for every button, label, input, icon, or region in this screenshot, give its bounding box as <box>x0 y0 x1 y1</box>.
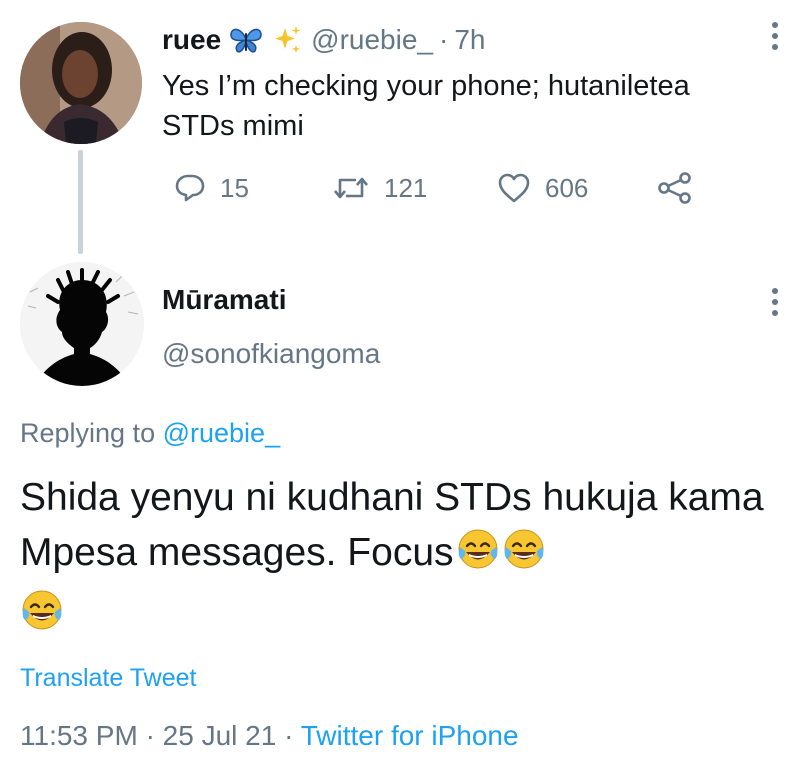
parent-tweet-text: Yes I’m checking your phone; hutaniletea… <box>162 70 690 142</box>
header-separator: · <box>439 24 449 55</box>
more-options-icon[interactable] <box>771 288 779 321</box>
sparkles-icon <box>271 24 303 56</box>
meta-separator: · <box>284 720 294 751</box>
meta-separator: · <box>145 720 155 751</box>
tweet-metadata: 11:53 PM · 25 Jul 21 · Twitter for iPhon… <box>20 720 519 752</box>
author-display-name[interactable]: Mūramati <box>162 284 286 316</box>
face-with-tears-of-joy-icon <box>20 588 64 647</box>
replying-prefix: Replying to <box>20 418 156 448</box>
parent-display-name[interactable]: ruee <box>162 24 221 56</box>
retweet-button[interactable]: 121 <box>332 166 427 210</box>
parent-avatar[interactable] <box>20 22 142 144</box>
tweet-text-body: Shida yenyu ni kudhani STDs hukuja kama … <box>20 476 764 574</box>
tweet-date: 25 Jul 21 <box>162 720 277 751</box>
author-avatar-silhouette <box>20 262 144 386</box>
parent-more-options-icon[interactable] <box>771 22 779 55</box>
tweet-source-link[interactable]: Twitter for iPhone <box>301 720 519 751</box>
retweet-icon <box>334 177 368 199</box>
author-avatar[interactable] <box>20 262 144 386</box>
tweet-text: Shida yenyu ni kudhani STDs hukuja kama … <box>20 470 780 647</box>
parent-avatar-photo <box>20 22 142 144</box>
translate-tweet-link[interactable]: Translate Tweet <box>20 664 196 693</box>
thread-connector-line <box>78 150 83 254</box>
retweet-count: 121 <box>384 172 428 203</box>
like-count: 606 <box>545 172 589 203</box>
heart-icon <box>498 173 530 203</box>
reply-count: 15 <box>220 172 249 203</box>
face-with-tears-of-joy-icon <box>502 527 546 586</box>
reply-button[interactable]: 15 <box>174 166 249 210</box>
replying-to-line: Replying to @ruebie_ <box>20 418 280 449</box>
author-handle[interactable]: @sonofkiangoma <box>162 338 380 370</box>
butterfly-icon <box>229 25 263 55</box>
share-icon <box>658 172 691 204</box>
face-with-tears-of-joy-icon <box>456 527 500 586</box>
parent-handle[interactable]: @ruebie_ <box>311 24 433 56</box>
parent-tweet-header: ruee @ruebie_ · 7h <box>162 24 485 56</box>
reply-icon <box>175 174 205 202</box>
like-button[interactable]: 606 <box>497 166 588 210</box>
replying-to-link[interactable]: @ruebie_ <box>163 418 280 448</box>
share-button[interactable] <box>657 166 693 210</box>
parent-timestamp[interactable]: 7h <box>454 24 485 56</box>
parent-action-bar: 15 121 606 <box>162 166 722 210</box>
tweet-time: 11:53 PM <box>20 720 138 751</box>
